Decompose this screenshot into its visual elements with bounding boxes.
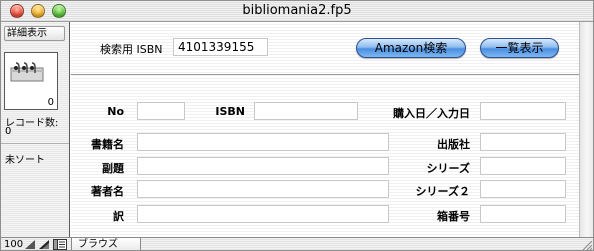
vertical-scrollbar[interactable]: [579, 22, 593, 237]
purchase-date-label: 購入日／入力日: [393, 107, 470, 120]
header-divider: [71, 74, 579, 75]
title-field[interactable]: [137, 133, 389, 151]
window-title: bibliomania2.fp5: [242, 3, 352, 18]
publisher-field[interactable]: [480, 133, 566, 151]
book-rolodex-icon[interactable]: [10, 62, 44, 82]
isbn-label: ISBN: [215, 105, 245, 118]
series-field[interactable]: [480, 157, 566, 175]
record-count-label: レコード数:: [5, 118, 59, 129]
mode-popup[interactable]: ブラウズ: [71, 238, 141, 250]
search-isbn-field[interactable]: 4101339155: [173, 38, 268, 56]
series2-label: シリーズ２: [415, 185, 470, 198]
translator-field[interactable]: [137, 205, 389, 223]
series-label: シリーズ: [426, 162, 470, 175]
zoom-out-icon[interactable]: [24, 239, 36, 250]
status-divider: [1, 143, 69, 144]
publisher-label: 出版社: [437, 138, 470, 151]
search-isbn-label: 検索用 ISBN: [100, 43, 163, 56]
status-area: 詳細表示 0 レコード数: 0 未ソート: [1, 22, 70, 237]
amazon-search-button[interactable]: Amazon検索: [356, 38, 466, 58]
bottom-bar: 100 ブラウズ: [1, 237, 593, 251]
translator-label: 訳: [113, 210, 124, 223]
author-field[interactable]: [137, 180, 389, 198]
title-label: 書籍名: [91, 138, 124, 151]
subtitle-field[interactable]: [137, 157, 389, 175]
series2-field[interactable]: [480, 180, 566, 198]
box-number-field[interactable]: [480, 205, 566, 223]
no-field[interactable]: [137, 102, 185, 120]
isbn-field[interactable]: [254, 102, 358, 120]
resize-grip-icon[interactable]: [579, 238, 593, 251]
layout-area: 検索用 ISBN 4101339155 Amazon検索 一覧表示 No ISB…: [71, 22, 579, 237]
zoom-in-icon[interactable]: [38, 239, 50, 250]
app-window: bibliomania2.fp5 詳細表示 0 レコード数: 0 未ソート 検索…: [0, 0, 594, 251]
purchase-date-field[interactable]: [480, 102, 566, 120]
box-number-label: 箱番号: [437, 210, 470, 223]
subtitle-label: 副題: [102, 162, 124, 175]
zoom-percentage[interactable]: 100: [4, 238, 23, 250]
book-navigator[interactable]: 0: [4, 52, 58, 110]
sort-status: 未ソート: [5, 155, 45, 166]
layout-menu-button[interactable]: 詳細表示: [4, 26, 65, 41]
current-record-number[interactable]: 0: [48, 97, 54, 108]
status-area-toggle-icon[interactable]: [53, 239, 67, 250]
title-bar[interactable]: bibliomania2.fp5: [1, 1, 593, 22]
author-label: 著者名: [91, 185, 124, 198]
no-label: No: [107, 105, 124, 118]
list-view-button[interactable]: 一覧表示: [480, 38, 559, 58]
record-count-value: 0: [5, 126, 12, 137]
